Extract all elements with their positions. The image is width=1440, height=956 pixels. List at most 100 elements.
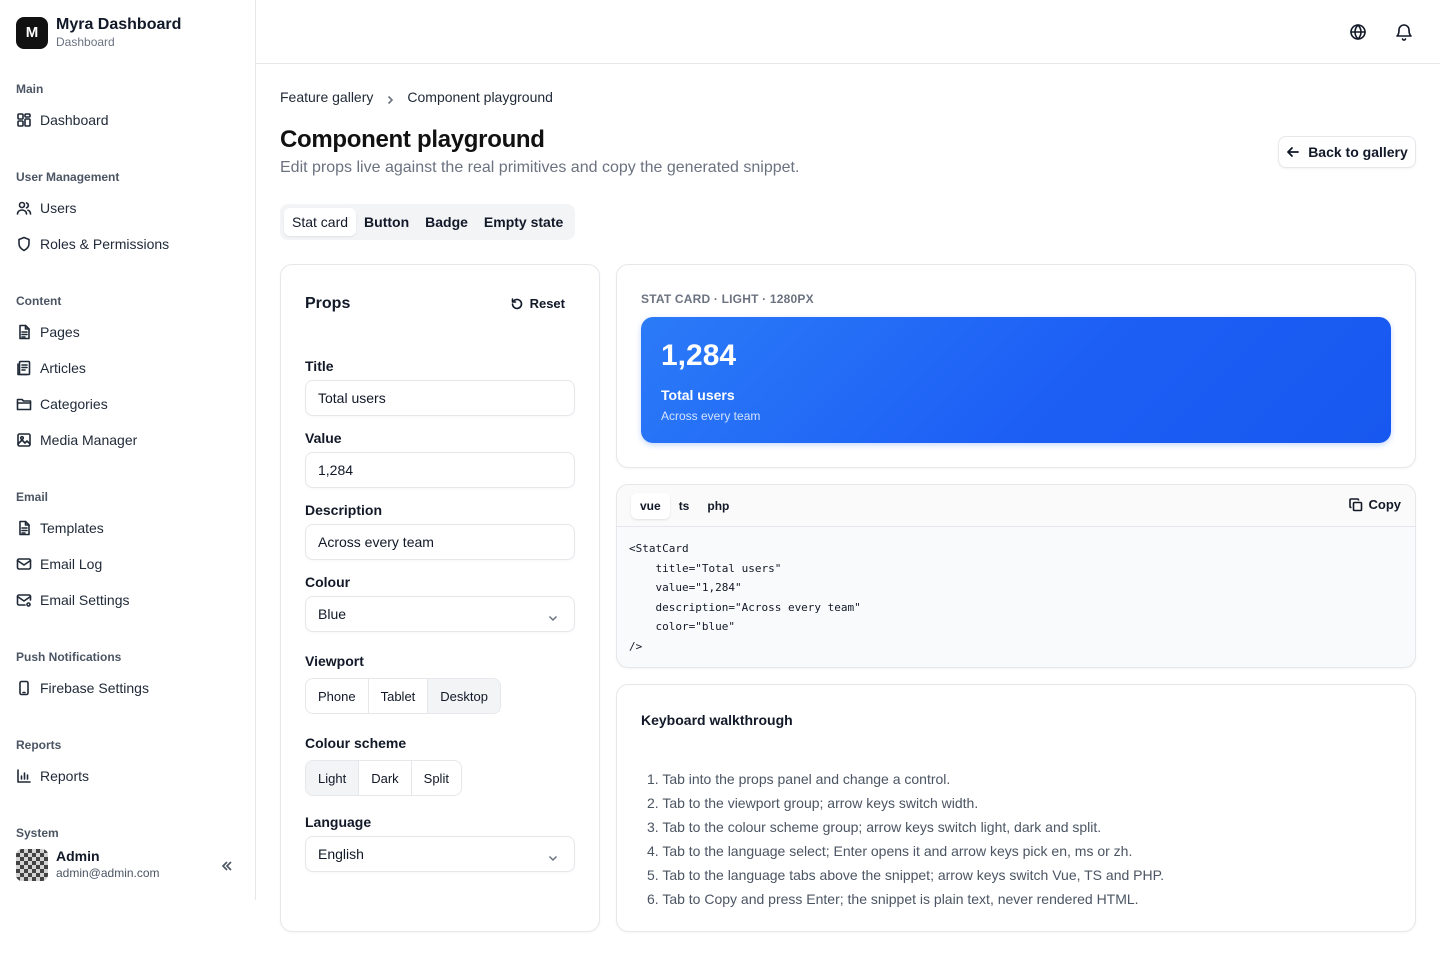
- language-button[interactable]: [1348, 22, 1368, 42]
- nav-section-push-notifications: Push Notifications: [16, 650, 122, 664]
- mail-icon: [16, 558, 32, 570]
- sidebar-item-dashboard[interactable]: Dashboard: [16, 108, 109, 132]
- scheme-split[interactable]: Split: [412, 761, 461, 795]
- breadcrumb-current: Component playground: [407, 89, 553, 105]
- viewport-desktop[interactable]: Desktop: [428, 679, 500, 713]
- sidebar-item-label: Email Log: [40, 556, 103, 572]
- sidebar-nav: Main Dashboard User Management Users Rol…: [0, 70, 255, 840]
- value-label: Value: [305, 430, 342, 446]
- code-snippet[interactable]: <StatCard title="Total users" value="1,2…: [629, 539, 861, 656]
- user-email: admin@admin.com: [56, 866, 160, 880]
- sidebar-item-reports[interactable]: Reports: [16, 764, 89, 788]
- language-select-value: English: [318, 846, 364, 862]
- app-title: Myra Dashboard: [56, 16, 182, 33]
- image-icon: [17, 433, 31, 447]
- breadcrumb: Feature gallery Component playground: [280, 89, 553, 105]
- tab-stat-card[interactable]: Stat card: [284, 208, 357, 236]
- value-input[interactable]: 1,284: [305, 452, 575, 488]
- brand-logo: M: [16, 16, 48, 49]
- snippet-tab-php[interactable]: php: [698, 493, 738, 519]
- back-to-gallery-button[interactable]: Back to gallery: [1278, 136, 1416, 168]
- breadcrumb-feature-gallery[interactable]: Feature gallery: [280, 89, 373, 105]
- tab-badge[interactable]: Badge: [417, 208, 476, 236]
- back-button-label: Back to gallery: [1308, 144, 1408, 160]
- sidebar-item-templates[interactable]: Templates: [16, 516, 104, 540]
- code-header: vue ts php Copy: [617, 485, 1415, 527]
- code-line: description="Across every team": [629, 600, 861, 614]
- scheme-light[interactable]: Light: [306, 761, 360, 795]
- code-line: <StatCard: [629, 542, 689, 555]
- sidebar-item-categories[interactable]: Categories: [16, 392, 108, 416]
- collapse-sidebar-button[interactable]: [220, 859, 234, 871]
- sidebar-item-pages[interactable]: Pages: [16, 320, 80, 344]
- mail-settings-icon: [16, 594, 32, 607]
- folder-icon: [16, 398, 32, 411]
- walkthrough-title: Keyboard walkthrough: [641, 712, 793, 728]
- scheme-dark[interactable]: Dark: [359, 761, 412, 795]
- page-subtitle: Edit props live against the real primiti…: [280, 159, 800, 176]
- sidebar-item-label: Media Manager: [40, 432, 138, 448]
- arrow-left-icon: [1287, 147, 1300, 157]
- stat-value: 1,284: [661, 339, 737, 372]
- nav-section-system: System: [16, 826, 59, 840]
- snippet-tab-ts[interactable]: ts: [670, 493, 699, 519]
- sidebar-item-label: Articles: [40, 360, 86, 376]
- sidebar-item-email-settings[interactable]: Email Settings: [16, 588, 129, 612]
- sidebar-item-label: Categories: [40, 396, 108, 412]
- code-line: />: [629, 639, 643, 653]
- reset-button[interactable]: Reset: [510, 296, 565, 311]
- viewport-group: Phone Tablet Desktop: [305, 678, 501, 714]
- code-line: color="blue": [629, 620, 735, 633]
- nav-section-main: Main: [16, 82, 44, 96]
- sidebar-item-label: Reports: [40, 768, 90, 784]
- colour-scheme-group: Light Dark Split: [305, 760, 462, 796]
- notifications-button[interactable]: [1394, 22, 1414, 42]
- user-menu[interactable]: Admin admin@admin.com: [16, 848, 240, 881]
- title-input[interactable]: Total users: [305, 380, 575, 416]
- sidebar-item-email-log[interactable]: Email Log: [16, 552, 102, 576]
- viewport-phone[interactable]: Phone: [306, 679, 369, 713]
- tab-button[interactable]: Button: [356, 208, 417, 236]
- sidebar-item-label: Roles & Permissions: [40, 236, 170, 252]
- stat-card-preview: 1,284 Total users Across every team: [641, 317, 1391, 443]
- colour-label: Colour: [305, 574, 351, 590]
- reset-label: Reset: [529, 296, 565, 311]
- brand[interactable]: M Myra Dashboard Dashboard: [16, 15, 181, 50]
- copy-icon: [1348, 497, 1362, 511]
- app-subtitle: Dashboard: [56, 35, 115, 49]
- preview-caption: STAT CARD · LIGHT · 1280PX: [641, 292, 814, 306]
- chevron-right-icon: [388, 95, 394, 105]
- sidebar-item-roles-permissions[interactable]: Roles & Permissions: [16, 232, 169, 256]
- sidebar-item-firebase-settings[interactable]: Firebase Settings: [16, 676, 149, 700]
- sidebar-item-media-manager[interactable]: Media Manager: [16, 428, 137, 452]
- copy-button[interactable]: Copy: [1348, 497, 1401, 512]
- colour-select[interactable]: Blue: [305, 596, 575, 632]
- top-bar: [256, 0, 1440, 64]
- nav-section-email: Email: [16, 490, 49, 504]
- viewport-tablet[interactable]: Tablet: [369, 679, 429, 713]
- bar-chart-icon: [17, 769, 31, 783]
- tab-empty-state[interactable]: Empty state: [476, 208, 571, 236]
- sidebar-item-label: Dashboard: [40, 112, 109, 128]
- chevrons-left-icon: [221, 861, 232, 871]
- nav-section-reports: Reports: [16, 738, 62, 752]
- code-line: title="Total users": [629, 561, 782, 575]
- walkthrough-step: 4. Tab to the language select; Enter ope…: [647, 843, 1133, 859]
- code-snippet-panel: vue ts php Copy <StatCard title="Total u…: [616, 484, 1416, 668]
- sidebar-item-label: Users: [40, 200, 77, 216]
- description-label: Description: [305, 502, 383, 518]
- sidebar-item-users[interactable]: Users: [16, 196, 77, 220]
- sidebar-item-articles[interactable]: Articles: [16, 356, 86, 380]
- description-input[interactable]: Across every team: [305, 524, 575, 560]
- walkthrough-steps: 1. Tab into the props panel and change a…: [647, 767, 1164, 911]
- sidebar: M Myra Dashboard Dashboard Main Dashboar…: [0, 0, 256, 900]
- props-panel: Props Reset Title Total users Value 1,28…: [280, 264, 600, 932]
- sidebar-item-label: Firebase Settings: [40, 680, 149, 696]
- stat-title: Total users: [661, 387, 735, 403]
- sidebar-item-label: Templates: [40, 520, 104, 536]
- phone-icon: [19, 680, 29, 696]
- language-select[interactable]: English: [305, 836, 575, 872]
- snippet-tab-vue[interactable]: vue: [631, 493, 670, 519]
- articles-icon: [17, 360, 31, 376]
- props-title: Props: [305, 295, 351, 312]
